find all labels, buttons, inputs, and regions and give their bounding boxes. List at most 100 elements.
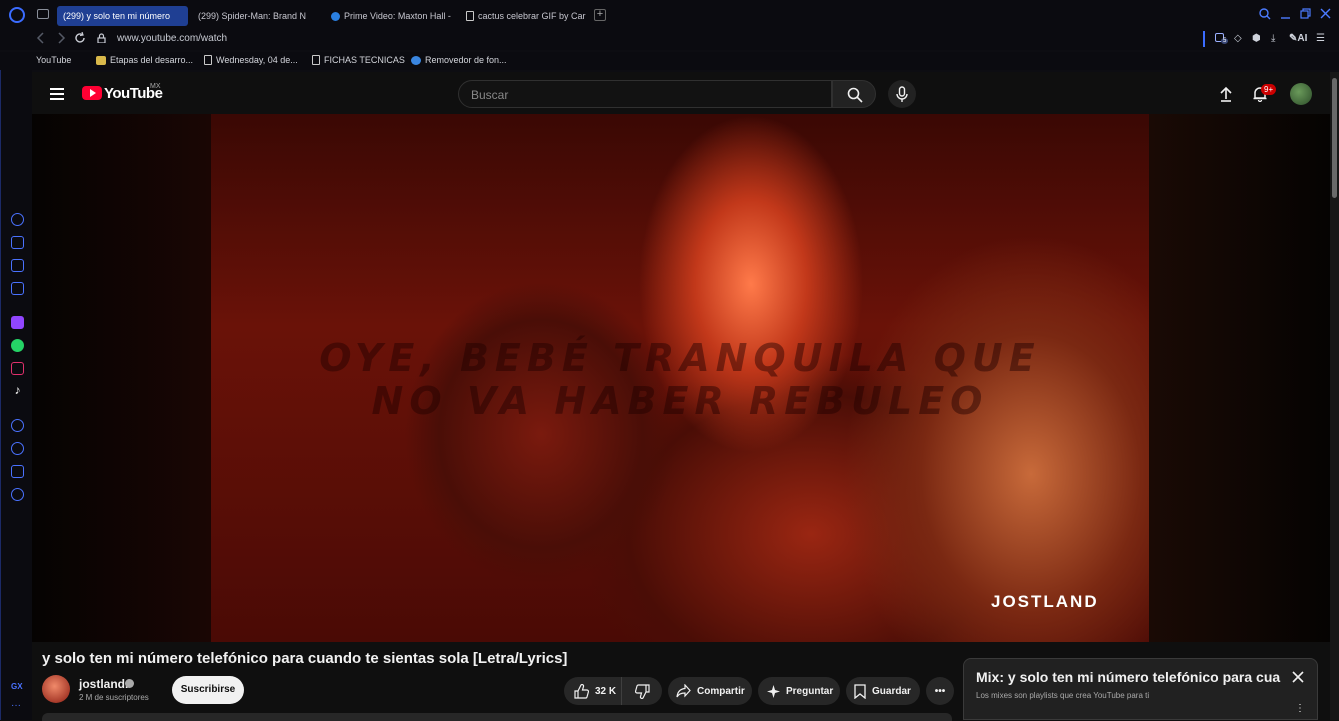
bookmark-fichas[interactable]: FICHAS TECNICAS	[312, 55, 405, 65]
messenger-icon[interactable]	[11, 282, 24, 295]
like-button[interactable]: 32 K	[564, 677, 622, 705]
more-actions-button[interactable]: •••	[926, 677, 954, 705]
more-vertical-icon[interactable]: ⋮	[1295, 703, 1305, 714]
sparkle-icon	[767, 684, 780, 698]
gx-control-icon[interactable]	[11, 213, 24, 226]
document-icon	[312, 55, 320, 65]
microphone-icon	[896, 86, 908, 102]
ai-label: AI	[1297, 33, 1308, 44]
video-player[interactable]: OYE, BEBÉ TRANQUILA QUE NO VA HABER REBU…	[32, 114, 1330, 642]
extension-badge-icon[interactable]: 5	[1215, 33, 1229, 45]
tab-youtube-current[interactable]: (299) y solo ten mi número	[57, 6, 188, 26]
new-tab-button[interactable]: +	[594, 9, 606, 21]
url-field[interactable]: www.youtube.com/watch	[117, 33, 227, 44]
easy-setup-icon[interactable]: ☰	[1316, 33, 1325, 44]
search-input[interactable]: Buscar	[458, 80, 832, 108]
voice-search-button[interactable]	[888, 80, 916, 108]
extension-badge-count: 5	[1221, 38, 1229, 44]
scrollbar-thumb[interactable]	[1332, 78, 1337, 198]
ask-label: Preguntar	[786, 685, 834, 697]
youtube-page: YouTube MX Buscar 9+ OYE, BEBÉ TRANQUILA…	[32, 72, 1330, 721]
channel-avatar[interactable]	[42, 675, 70, 703]
ai-button[interactable]: ✎AI	[1289, 33, 1307, 44]
close-window-icon[interactable]	[1320, 8, 1332, 20]
forward-icon[interactable]	[56, 32, 66, 44]
lyric-line: NO VA HABER REBULEO	[371, 379, 989, 423]
minimize-icon[interactable]	[1280, 8, 1292, 20]
document-icon	[204, 55, 212, 65]
tab-title: (299) y solo ten mi número	[63, 11, 171, 21]
puzzle-extension-icon[interactable]: ◇	[1234, 33, 1242, 44]
player-icon[interactable]	[11, 419, 24, 432]
like-count: 32 K	[595, 685, 617, 697]
lock-icon[interactable]	[97, 33, 106, 43]
thumbs-up-icon	[574, 683, 589, 699]
bookmarks-bar: YouTube Etapas del desarro... Wednesday,…	[0, 52, 1339, 134]
tab-title: Prime Video: Maxton Hall -	[344, 11, 451, 21]
notification-count-badge: 9+	[1261, 84, 1277, 95]
share-button[interactable]: Compartir	[668, 677, 752, 705]
subscribe-button[interactable]: Suscribirse	[172, 676, 244, 704]
back-icon[interactable]	[36, 32, 46, 44]
mix-title[interactable]: Mix: y solo ten mi número telefónico par…	[976, 669, 1281, 685]
video-letterbox-right	[1149, 114, 1330, 642]
twitch-icon[interactable]	[11, 316, 24, 329]
bookmark-wednesday[interactable]: Wednesday, 04 de...	[204, 55, 298, 65]
page-scrollbar[interactable]	[1330, 72, 1339, 720]
restore-icon[interactable]	[1300, 8, 1312, 20]
close-icon[interactable]	[1292, 671, 1304, 683]
history-icon[interactable]	[11, 442, 24, 455]
mix-playlist-panel: Mix: y solo ten mi número telefónico par…	[963, 658, 1318, 720]
channel-name[interactable]: jostland.	[79, 677, 128, 691]
lyric-line: OYE, BEBÉ TRANQUILA QUE	[319, 336, 1041, 380]
video-frame: OYE, BEBÉ TRANQUILA QUE NO VA HABER REBU…	[211, 114, 1149, 642]
bookmark-etapas[interactable]: Etapas del desarro...	[96, 55, 193, 65]
globe-icon	[411, 55, 421, 65]
tab-spider-man[interactable]: (299) Spider-Man: Brand N	[192, 6, 320, 26]
search-button[interactable]	[832, 80, 876, 108]
youtube-logo-icon[interactable]	[82, 86, 102, 100]
bookmark-label: Wednesday, 04 de...	[216, 55, 298, 65]
opera-gx-logo-icon[interactable]	[9, 7, 25, 23]
save-button[interactable]: Guardar	[846, 677, 920, 705]
news-icon[interactable]	[11, 259, 24, 272]
address-bar: www.youtube.com/watch 5 ◇ ⬢ ⤓ ✎AI ☰	[0, 30, 1339, 50]
dislike-button[interactable]	[622, 677, 662, 705]
bookmark-youtube[interactable]: YouTube	[36, 55, 78, 134]
reload-icon[interactable]	[74, 32, 86, 44]
share-label: Compartir	[697, 685, 745, 697]
bookmark-label: FICHAS TECNICAS	[324, 55, 405, 65]
ask-button[interactable]: Preguntar	[758, 677, 840, 705]
document-icon	[466, 11, 474, 21]
tiktok-icon[interactable]: ♪	[11, 384, 24, 397]
video-letterbox-left	[32, 114, 211, 642]
tab-title: (299) Spider-Man: Brand N	[198, 11, 307, 21]
mix-subtitle: Los mixes son playlists que crea YouTube…	[976, 691, 1150, 700]
search-placeholder: Buscar	[471, 88, 509, 102]
upload-icon[interactable]	[1218, 86, 1234, 102]
tab-title: cactus celebrar GIF by Car	[478, 11, 586, 21]
sidebar-more-icon[interactable]: ···	[11, 700, 21, 711]
extensions-icon[interactable]	[11, 465, 24, 478]
vpn-extension-icon[interactable]: ⬢	[1252, 33, 1261, 44]
hamburger-menu-icon[interactable]	[50, 88, 64, 100]
whatsapp-icon[interactable]	[11, 339, 24, 352]
bookmark-label: YouTube	[36, 55, 72, 65]
tab-cactus-gif[interactable]: cactus celebrar GIF by Car	[460, 6, 588, 26]
tab-prime-video[interactable]: Prime Video: Maxton Hall -	[325, 6, 453, 26]
search-icon	[847, 87, 863, 103]
video-title: y solo ten mi número telefónico para cua…	[42, 650, 568, 667]
instagram-icon[interactable]	[11, 362, 24, 375]
account-avatar[interactable]	[1290, 83, 1312, 105]
search-tabs-icon[interactable]	[1259, 8, 1271, 20]
gx-corner-icon[interactable]	[11, 236, 24, 249]
folder-icon	[96, 55, 106, 65]
tab-overview-icon[interactable]	[37, 9, 49, 19]
settings-gear-icon[interactable]	[11, 488, 24, 501]
bookmark-removedor[interactable]: Removedor de fon...	[411, 55, 507, 65]
like-dislike-group: 32 K	[564, 677, 662, 705]
share-arrow-icon	[676, 684, 691, 698]
gx-label[interactable]: GX	[11, 682, 23, 691]
download-icon[interactable]: ⤓	[1271, 33, 1275, 44]
browser-sidebar: ♪ GX ···	[0, 70, 32, 720]
